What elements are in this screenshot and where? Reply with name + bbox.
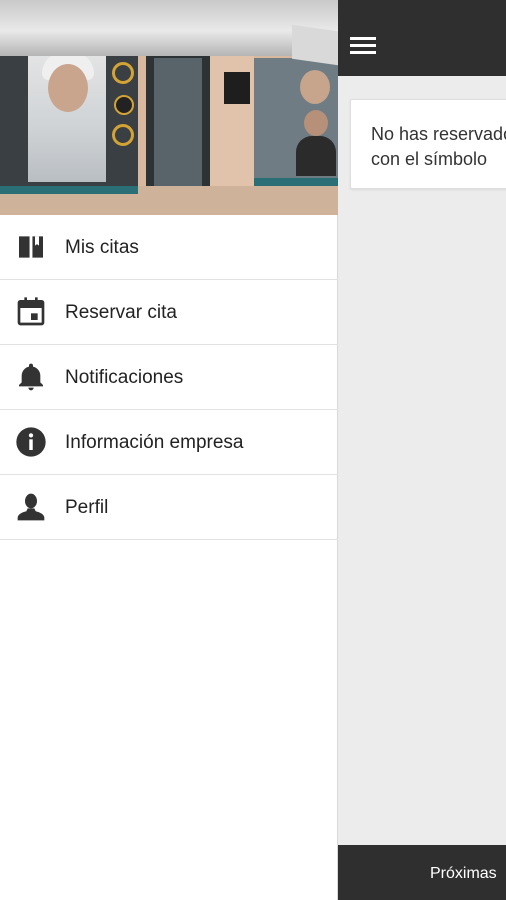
empty-appointments-card: No has reservado con el símbolo xyxy=(350,99,506,189)
person-icon xyxy=(15,491,47,523)
main-screen: No has reservado con el símbolo Próximas xyxy=(338,0,506,900)
menu-item-label: Información empresa xyxy=(65,432,244,453)
menu-item-notificaciones[interactable]: Notificaciones xyxy=(0,345,338,410)
menu-item-label: Notificaciones xyxy=(65,367,184,388)
menu-item-perfil[interactable]: Perfil xyxy=(0,475,338,540)
bell-icon xyxy=(15,361,47,393)
info-icon xyxy=(15,426,47,458)
bottom-tab-bar: Próximas xyxy=(338,845,506,900)
navigation-drawer: Mis citas Reservar cita Notificaciones I… xyxy=(0,0,338,900)
calendar-icon xyxy=(15,296,47,328)
drawer-menu: Mis citas Reservar cita Notificaciones I… xyxy=(0,215,338,540)
tab-upcoming[interactable]: Próximas xyxy=(430,865,497,883)
menu-item-informacion-empresa[interactable]: Información empresa xyxy=(0,410,338,475)
menu-item-label: Reservar cita xyxy=(65,302,177,323)
menu-item-reservar-cita[interactable]: Reservar cita xyxy=(0,280,338,345)
menu-item-label: Perfil xyxy=(65,497,109,518)
menu-icon[interactable] xyxy=(350,36,376,56)
menu-item-mis-citas[interactable]: Mis citas xyxy=(0,215,338,280)
empty-appointments-message: No has reservado con el símbolo xyxy=(371,124,506,169)
storefront-photo xyxy=(0,0,338,215)
menu-item-label: Mis citas xyxy=(65,237,139,258)
top-app-bar xyxy=(338,0,506,76)
book-icon xyxy=(15,231,47,263)
